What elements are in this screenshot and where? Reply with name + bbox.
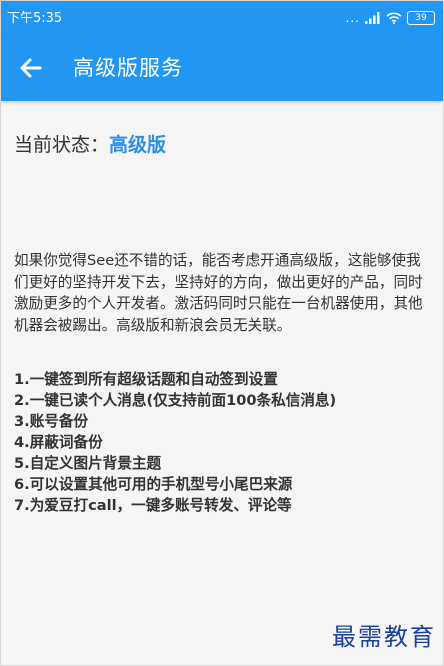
list-item: 2.一键已读个人消息(仅支持前面100条私信消息) — [14, 392, 337, 409]
app-bar: 高级版服务 — [1, 35, 443, 101]
arrow-left-icon — [20, 58, 42, 78]
status-time: 下午5:35 — [7, 11, 63, 26]
status-dots: ... — [345, 11, 360, 25]
list-item: 5.自定义图片背景主题 — [14, 455, 162, 472]
feature-list: 1.一键签到所有超级话题和自动签到设置 2.一键已读个人消息(仅支持前面100条… — [14, 369, 434, 516]
list-item: 7.为爱豆打call，一键多账号转发、评论等 — [14, 497, 292, 514]
battery-indicator: 39 — [407, 11, 435, 25]
page-title: 高级版服务 — [73, 56, 183, 80]
list-item: 6.可以设置其他可用的手机型号小尾巴来源 — [14, 476, 293, 493]
status-bar: 下午5:35 ... 39 — [1, 1, 443, 35]
signal-icon — [365, 12, 380, 24]
list-item: 4.屏蔽词备份 — [14, 434, 103, 451]
current-status: 当前状态：高级版 — [14, 132, 166, 158]
list-item: 1.一键签到所有超级话题和自动签到设置 — [14, 371, 278, 388]
status-icons: ... 39 — [346, 10, 435, 26]
description-text: 如果你觉得See还不错的话，能否考虑开通高级版，这能够使我们更好的坚持开发下去，… — [14, 252, 423, 334]
wifi-icon — [386, 12, 402, 24]
status-value: 高级版 — [109, 134, 167, 156]
status-label: 当前状态： — [14, 134, 110, 156]
list-item: 3.账号备份 — [14, 413, 89, 430]
watermark: 最需教育 — [332, 623, 436, 651]
app-screen: 下午5:35 ... 39 高级版服务 当前状态：高级版 如果你觉得See还不错… — [0, 0, 444, 666]
back-button[interactable] — [15, 52, 47, 84]
